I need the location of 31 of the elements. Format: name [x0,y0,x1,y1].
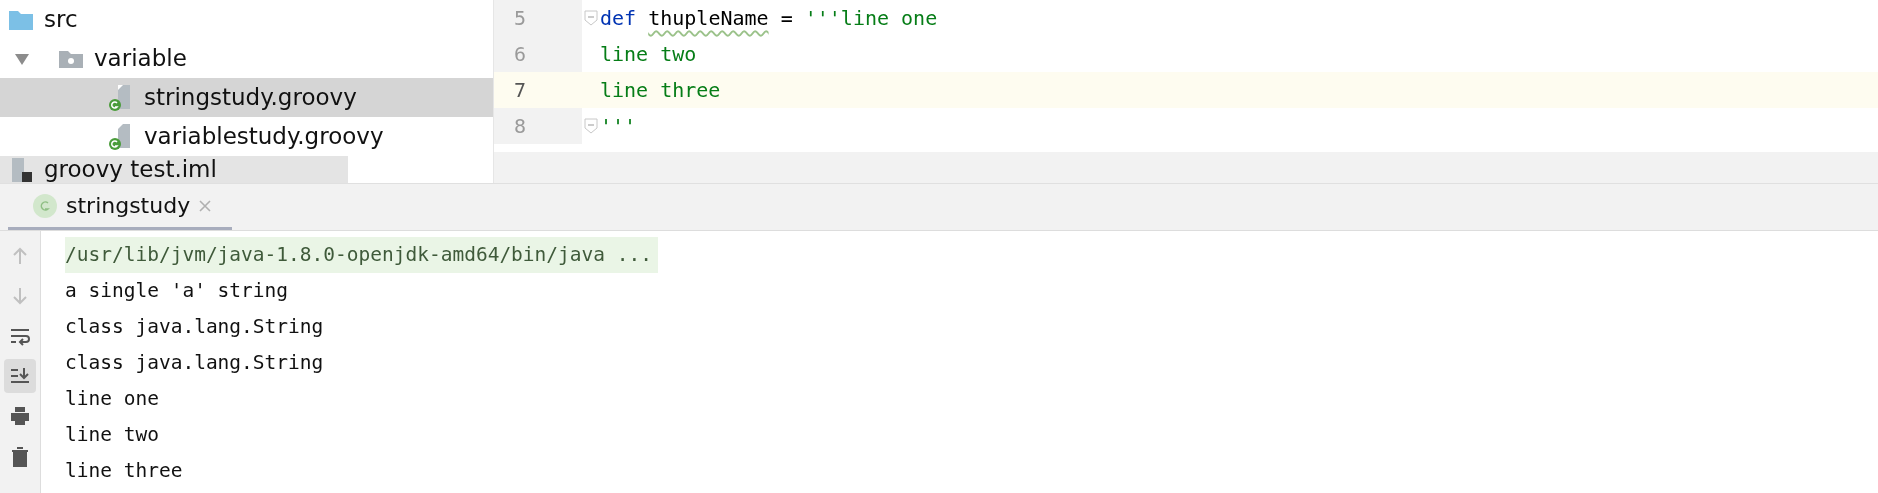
output-line: class java.lang.String [65,350,324,376]
output-line: line three [65,458,183,484]
expanded-arrow-icon[interactable] [14,51,30,66]
scroll-end-icon[interactable] [4,359,36,393]
run-tab[interactable]: stringstudy [8,184,233,230]
output-line: line two [65,422,159,448]
line-number: 8 [494,108,582,144]
close-icon[interactable] [198,198,213,213]
code-text: def thupleName = '''line one [600,6,938,30]
groovy-icon [32,192,58,219]
tree-item[interactable]: src [0,0,493,39]
output-line: line one [65,386,159,412]
file-name: variable [94,44,187,73]
file-name: stringstudy.groovy [144,83,357,112]
tree-item[interactable]: stringstudy.groovy [0,78,493,117]
fold-marker-icon[interactable] [584,118,598,134]
code-text: line two [600,42,697,66]
tree-item[interactable]: variablestudy.groovy [0,117,493,156]
file-name: groovy test.iml [44,156,217,183]
tree-item[interactable]: variable [0,39,493,78]
file-name: variablestudy.groovy [144,122,384,151]
fold-marker-icon[interactable] [584,10,598,26]
line-number: 5 [494,0,582,36]
output-line: class java.lang.String [65,314,324,340]
output-line: a single 'a' string [65,278,289,304]
tree-item[interactable]: groovy test.iml [0,156,348,183]
code-text: line three [600,78,721,102]
file-name: src [44,5,78,34]
folder-icon [8,8,34,31]
code-text: ''' [600,114,637,138]
line-number: 6 [494,36,582,72]
